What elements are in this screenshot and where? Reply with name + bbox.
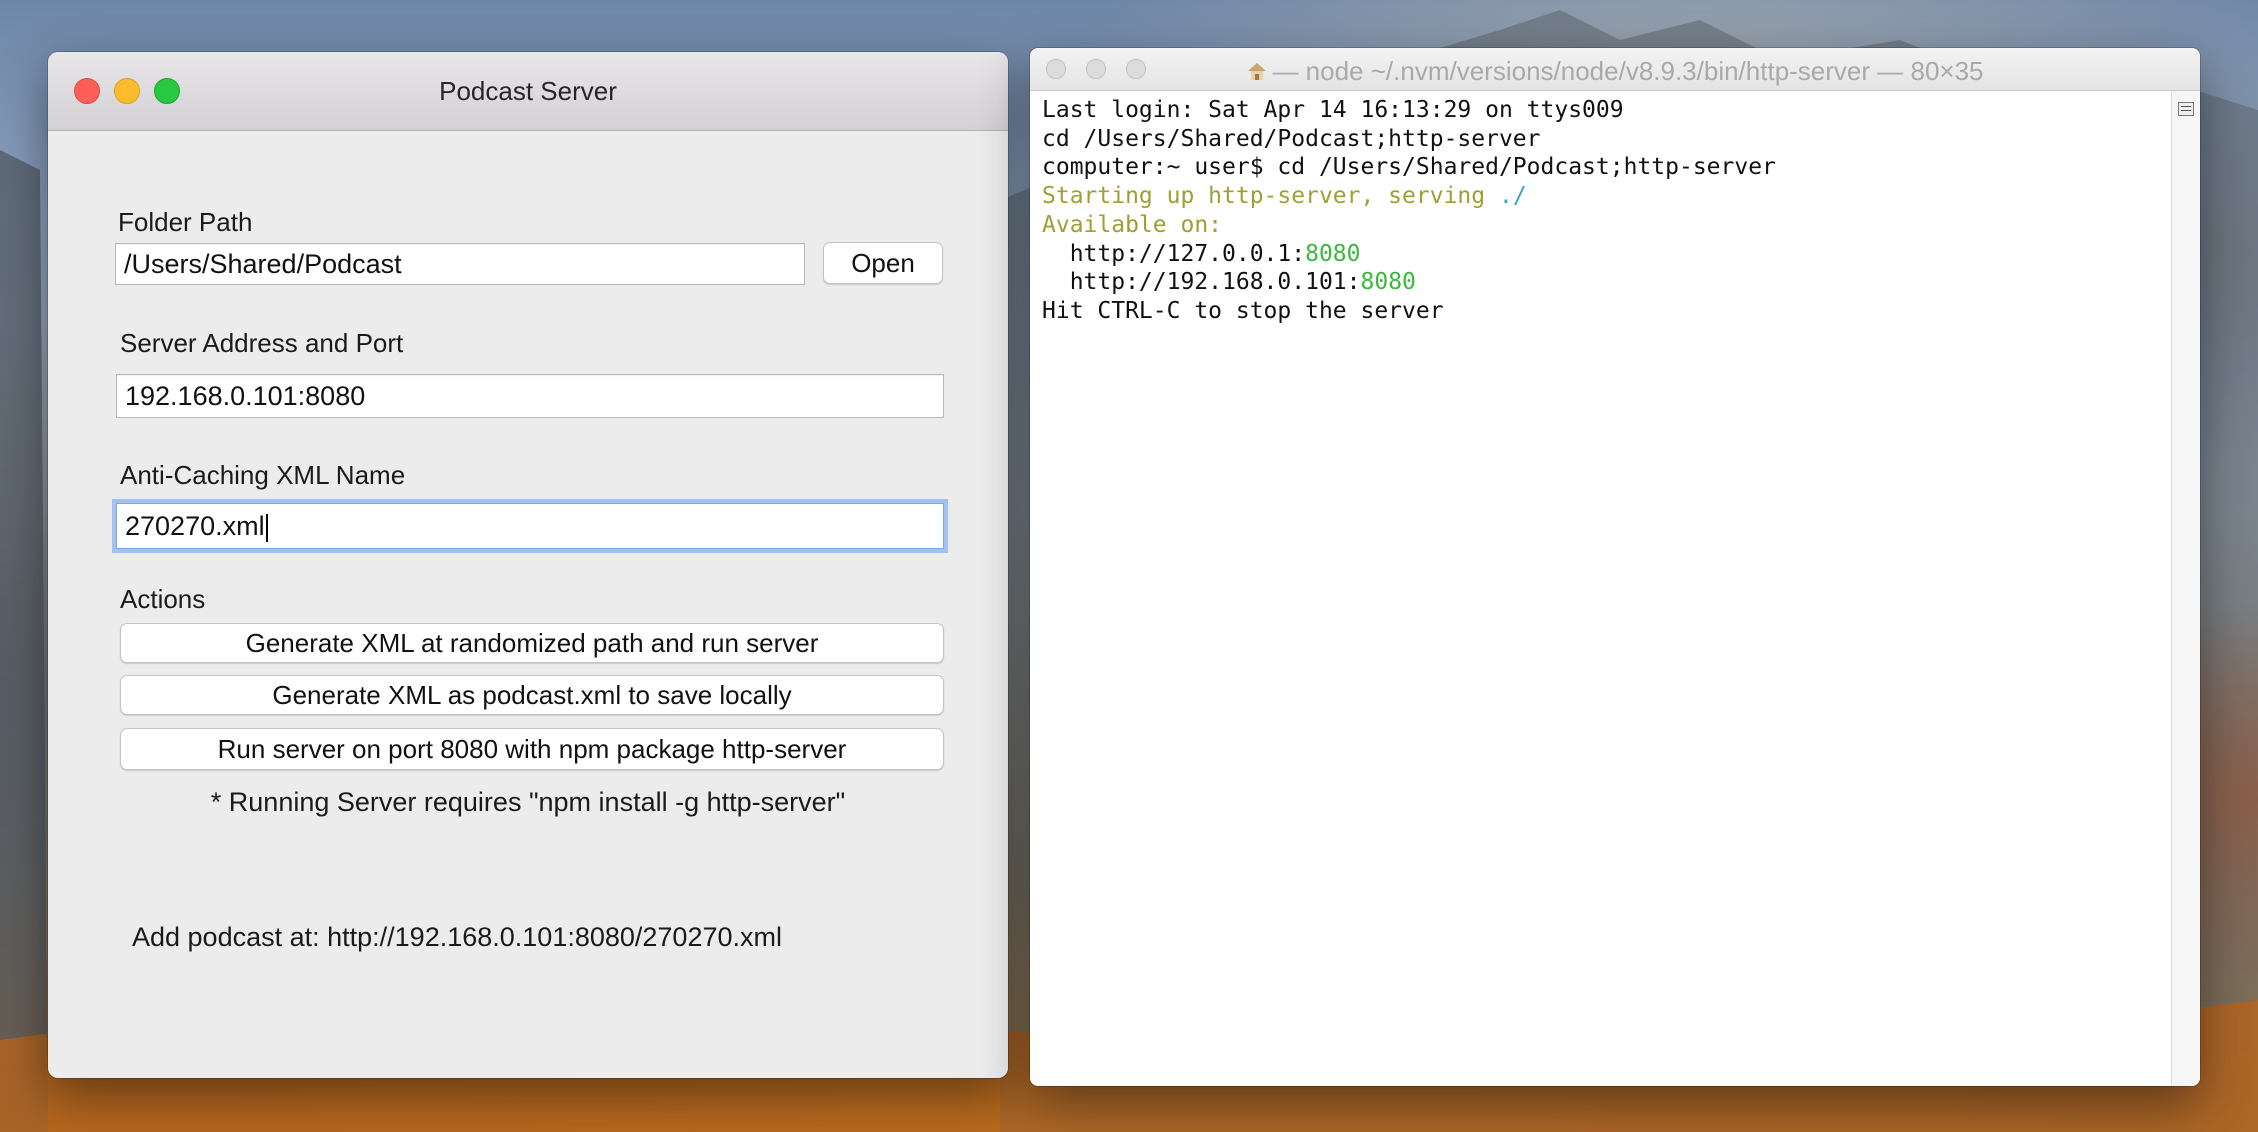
terminal-titlebar[interactable]: — node ~/.nvm/versions/node/v8.9.3/bin/h… [1030, 48, 2200, 91]
folder-path-label: Folder Path [118, 207, 253, 237]
server-address-label: Server Address and Port [120, 328, 404, 358]
generate-local-xml-button[interactable]: Generate XML as podcast.xml to save loca… [120, 675, 944, 715]
scrollback-marks-icon[interactable] [2178, 102, 2194, 116]
terminal-line: Starting up http-server, serving ./ [1042, 182, 2170, 211]
terminal-title-text: — node ~/.nvm/versions/node/v8.9.3/bin/h… [1272, 56, 1984, 86]
terminal-line: computer:~ user$ cd /Users/Shared/Podcas… [1042, 154, 1776, 181]
xml-name-input[interactable]: 270270.xml [116, 503, 944, 549]
terminal-title: — node ~/.nvm/versions/node/v8.9.3/bin/h… [1030, 56, 2200, 87]
home-folder-icon [1248, 63, 1267, 80]
xml-name-value: 270270.xml [125, 511, 265, 541]
podcast-url-text: Add podcast at: http://192.168.0.101:808… [132, 922, 782, 952]
requirement-note: * Running Server requires "npm install -… [210, 787, 846, 817]
terminal-port: 8080 [1305, 240, 1361, 267]
podcast-server-window: Podcast Server Folder Path /Users/Shared… [48, 52, 1008, 1078]
terminal-line: http://127.0.0.1:8080 [1042, 240, 2170, 269]
folder-path-input[interactable]: /Users/Shared/Podcast [115, 243, 805, 285]
xml-name-label: Anti-Caching XML Name [120, 460, 406, 490]
generate-random-run-button[interactable]: Generate XML at randomized path and run … [120, 623, 944, 663]
text-caret [265, 513, 268, 542]
terminal-scrollbar[interactable] [2171, 91, 2200, 1086]
terminal-text: http://192.168.0.101: [1042, 269, 1361, 296]
terminal-window: — node ~/.nvm/versions/node/v8.9.3/bin/h… [1030, 48, 2200, 1086]
terminal-line: Last login: Sat Apr 14 16:13:29 on ttys0… [1042, 97, 1624, 123]
terminal-line: Available on: [1042, 211, 1223, 238]
server-address-input[interactable]: 192.168.0.101:8080 [116, 374, 944, 418]
terminal-line: Hit CTRL-C to stop the server [1042, 297, 1444, 324]
run-server-button[interactable]: Run server on port 8080 with npm package… [120, 728, 944, 770]
window-title: Podcast Server [439, 76, 617, 106]
open-button[interactable]: Open [823, 242, 943, 284]
terminal-output[interactable]: Last login: Sat Apr 14 16:13:29 on ttys0… [1042, 96, 2170, 326]
terminal-line: http://192.168.0.101:8080 [1042, 268, 2170, 297]
window-titlebar[interactable]: Podcast Server [48, 52, 1008, 131]
actions-label: Actions [120, 584, 206, 614]
terminal-port: 8080 [1360, 269, 1416, 296]
terminal-text: http://127.0.0.1: [1042, 240, 1306, 267]
terminal-text: Starting up http-server, serving [1042, 183, 1499, 210]
terminal-text: ./ [1498, 183, 1527, 210]
terminal-line: cd /Users/Shared/Podcast;http-server [1042, 125, 1541, 152]
